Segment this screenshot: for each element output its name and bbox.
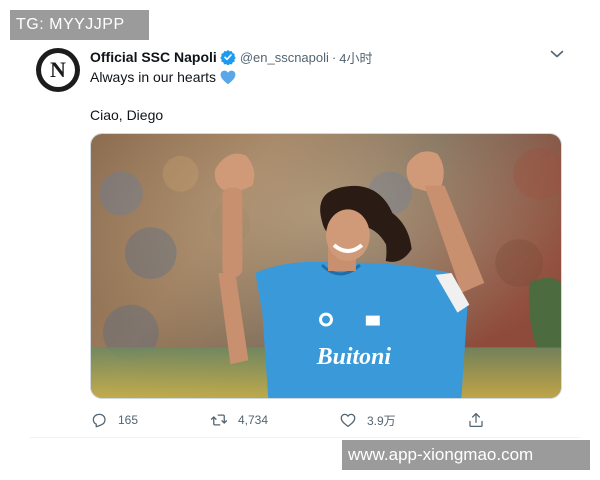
tweet-header: Official SSC Napoli @en_sscnapoli · 4小时 (90, 48, 372, 66)
retweet-icon (210, 414, 228, 426)
user-handle[interactable]: @en_sscnapoli (240, 50, 329, 65)
blue-heart-icon (220, 70, 236, 84)
share-icon (469, 412, 483, 428)
jersey-sponsor-text: Buitoni (316, 344, 392, 370)
tweet-card[interactable]: N Official SSC Napoli @en_sscnapoli · 4小… (30, 40, 580, 438)
chevron-down-icon[interactable] (550, 49, 564, 59)
watermark-top: TG: MYYJJPP (10, 10, 149, 40)
display-name[interactable]: Official SSC Napoli (90, 49, 217, 65)
avatar-logo-ring: N (41, 53, 75, 87)
tweet-photo[interactable]: Buitoni (90, 133, 562, 399)
like-button[interactable]: 3.9万 (339, 410, 396, 430)
separator-dot: · (331, 49, 337, 65)
like-count: 3.9万 (367, 413, 396, 428)
share-button[interactable] (467, 410, 495, 430)
tweet-timestamp[interactable]: 4小时 (339, 48, 372, 67)
tweet-text-line-2: Ciao, Diego (90, 107, 164, 123)
tweet-text-line-1: Always in our hearts (90, 69, 236, 85)
watermark-bottom: www.app-xiongmao.com (342, 440, 590, 470)
reply-button[interactable]: 165 (90, 410, 138, 430)
reply-icon (92, 413, 106, 428)
avatar[interactable]: N (36, 48, 80, 92)
retweet-count: 4,734 (238, 413, 269, 427)
tweet-text: Always in our hearts (90, 69, 217, 85)
reply-count: 165 (118, 413, 139, 427)
retweet-button[interactable]: 4,734 (210, 410, 268, 430)
like-icon (340, 413, 356, 428)
avatar-logo-letter: N (50, 57, 66, 82)
tweet-actions: 165 4,734 3.9万 (90, 410, 490, 430)
verified-badge-icon (220, 50, 236, 65)
